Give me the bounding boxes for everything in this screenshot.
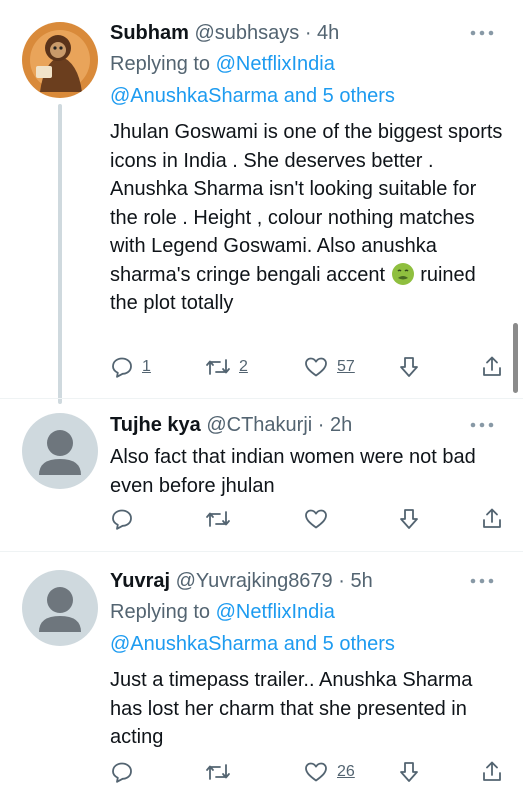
user-handle[interactable]: @subhsays [194,22,299,44]
replying-to-others: @AnushkaSharma and 5 others [110,80,395,112]
retweet-button[interactable] [205,507,239,531]
tweet-header: Subham @subhsays · 4h [110,20,339,46]
reply-button[interactable]: 1 [110,355,151,379]
bookmark-icon [400,509,418,529]
more-icon[interactable] [469,420,495,430]
bookmark-button[interactable] [397,760,421,784]
share-icon [483,508,501,528]
tweet-text: Also fact that indian women were not bad… [110,446,476,497]
avatar[interactable] [22,570,98,646]
tweet-header: Yuvraj @Yuvrajking8679 · 5h [110,568,373,594]
share-icon [483,356,501,376]
retweet-icon [206,511,230,527]
tweet-yuvraj[interactable]: Yuvraj @Yuvrajking8679 · 5h Replying to … [0,552,523,800]
user-handle[interactable]: @Yuvrajking8679 [176,570,333,592]
retweet-count: 2 [239,358,248,375]
mention-link[interactable]: @AnushkaSharma [110,633,278,655]
replying-prefix: Replying to [110,601,216,623]
share-icon [483,761,501,781]
user-handle[interactable]: @CThakurji [206,414,312,436]
like-button[interactable] [303,507,337,531]
avatar[interactable] [22,22,98,98]
timestamp[interactable]: · 4h [305,22,339,44]
mention-link[interactable]: @AnushkaSharma [110,85,278,107]
like-count: 26 [337,763,355,780]
replying-to: Replying to @NetflixIndia [110,48,335,80]
like-count: 57 [337,358,355,375]
mention-link[interactable]: @NetflixIndia [216,601,335,623]
tweet-text: Just a timepass trailer.. Anushka Sharma… [110,669,473,748]
bookmark-icon [400,357,418,377]
mention-link[interactable]: @NetflixIndia [216,53,335,75]
display-name[interactable]: Subham [110,22,189,44]
tweet-text-part: Jhulan Goswami is one of the biggest spo… [110,121,503,286]
more-icon[interactable] [469,28,495,38]
replying-prefix: Replying to [110,53,216,75]
share-button[interactable] [480,355,504,379]
others-link[interactable]: and 5 others [278,633,395,655]
retweet-icon [206,359,230,375]
heart-icon [305,762,327,782]
tweet-actions: 1 2 57 [0,355,523,385]
replying-to-others: @AnushkaSharma and 5 others [110,628,395,660]
scrollbar[interactable] [513,323,518,393]
display-name[interactable]: Tujhe kya [110,414,201,436]
tweet-actions [0,507,523,537]
like-button[interactable]: 57 [303,355,355,379]
heart-icon [305,509,327,529]
more-icon[interactable] [469,576,495,586]
heart-icon [305,357,327,377]
timestamp[interactable]: · 2h [318,414,352,436]
tweet-tujhe-kya[interactable]: Tujhe kya @CThakurji · 2h Also fact that… [0,399,523,549]
reply-count: 1 [142,358,151,375]
reply-button[interactable] [110,760,142,784]
tweet-subham[interactable]: Subham @subhsays · 4h Replying to @Netfl… [0,0,523,404]
bookmark-icon [400,762,418,782]
avatar[interactable] [22,413,98,489]
display-name[interactable]: Yuvraj [110,570,170,592]
bookmark-button[interactable] [397,507,421,531]
tweet-header: Tujhe kya @CThakurji · 2h [110,412,352,438]
reply-button[interactable] [110,507,142,531]
reply-icon [112,357,132,378]
tweet-actions: 26 [0,760,523,790]
retweet-icon [206,764,230,780]
share-button[interactable] [480,760,504,784]
replying-to: Replying to @NetflixIndia [110,596,335,628]
reply-icon [112,762,132,783]
bookmark-button[interactable] [397,355,421,379]
nauseated-face-icon [391,262,414,285]
retweet-button[interactable]: 2 [205,355,248,379]
reply-icon [112,509,132,530]
like-button[interactable]: 26 [303,760,355,784]
others-link[interactable]: and 5 others [278,85,395,107]
tweet-text: Jhulan Goswami is one of the biggest spo… [110,118,505,318]
share-button[interactable] [480,507,504,531]
timestamp[interactable]: · 5h [338,570,372,592]
retweet-button[interactable] [205,760,239,784]
